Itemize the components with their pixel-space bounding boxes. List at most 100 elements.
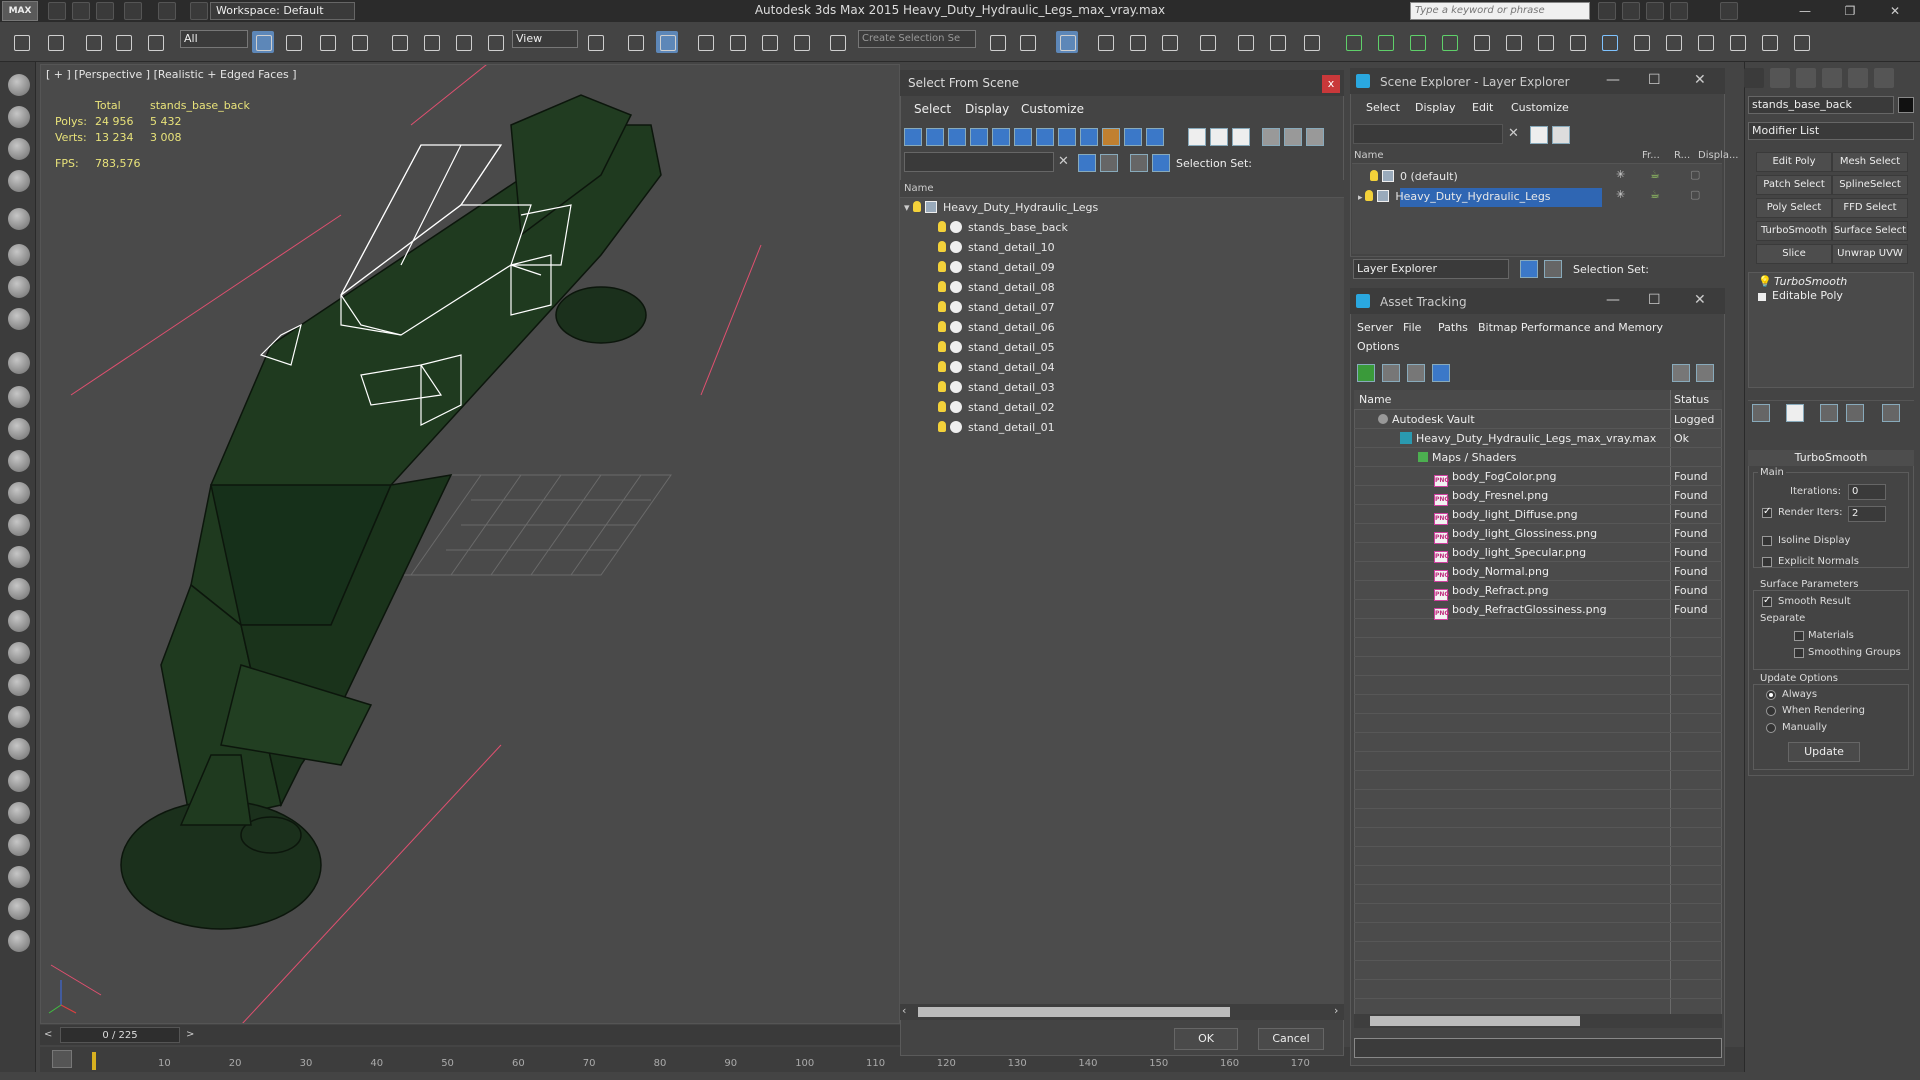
create-selection-set-dropdown[interactable]: Create Selection Se <box>858 30 976 48</box>
ok-button[interactable]: OK <box>1174 1028 1238 1050</box>
at-menu-file[interactable]: File <box>1403 321 1421 334</box>
modifier-button[interactable]: SplineSelect <box>1832 175 1908 195</box>
select-all-icon[interactable] <box>1188 128 1206 146</box>
render-teapot-icon[interactable]: ☕ <box>1650 188 1660 201</box>
modifier-button[interactable]: Edit Poly <box>1756 152 1832 172</box>
undo-tool-icon[interactable] <box>10 31 32 53</box>
help-icon[interactable] <box>1720 2 1738 20</box>
help-search-input[interactable]: Type a keyword or phrase <box>1410 2 1590 20</box>
at-maximize-icon[interactable]: ☐ <box>1648 292 1661 308</box>
selection-set-icon[interactable] <box>1152 154 1170 172</box>
at-refresh-icon[interactable] <box>1357 364 1375 382</box>
explorer-type-dropdown[interactable]: Layer Explorer <box>1353 259 1509 279</box>
sfs-item-row[interactable]: stand_detail_09 <box>938 258 1055 278</box>
sfs-menu-customize[interactable]: Customize <box>1021 102 1084 116</box>
sfs-item-row[interactable]: stand_detail_04 <box>938 358 1055 378</box>
viewport-label[interactable]: [ + ] [Perspective ] [Realistic + Edged … <box>46 68 297 81</box>
rotate-icon[interactable] <box>420 31 442 53</box>
paint-icon[interactable] <box>8 610 30 632</box>
expand-arrow-icon[interactable]: ▸ <box>1358 193 1365 203</box>
spacewarps-icon[interactable] <box>8 308 30 330</box>
spinner-snap-icon[interactable] <box>790 31 812 53</box>
sfs-item-row[interactable]: stand_detail_07 <box>938 298 1055 318</box>
rectangular-selection-icon[interactable] <box>316 31 338 53</box>
time-marker[interactable] <box>92 1052 96 1070</box>
asset-row[interactable]: Autodesk Vault Logged <box>1354 410 1722 429</box>
clear-search-icon[interactable]: ✕ <box>1058 154 1069 169</box>
display-geometry-icon[interactable] <box>904 128 922 146</box>
at-col-status[interactable]: Status <box>1674 390 1709 410</box>
schematic-icon[interactable] <box>8 138 30 160</box>
sce-menu-edit[interactable]: Edit <box>1472 101 1493 114</box>
rendered-frame-window-icon[interactable] <box>1266 31 1288 53</box>
layers-icon[interactable] <box>1130 154 1148 172</box>
light-bulb-icon[interactable] <box>938 381 946 392</box>
columns-icon[interactable] <box>1306 128 1324 146</box>
modifier-button[interactable]: TurboSmooth <box>1756 221 1832 241</box>
display-shapes-icon[interactable] <box>926 128 944 146</box>
sce-clear-search-icon[interactable]: ✕ <box>1508 126 1519 141</box>
vray-sky-icon[interactable] <box>1406 31 1428 53</box>
at-menu-options[interactable]: Options <box>1357 340 1399 353</box>
at-tree-view-icon[interactable] <box>1407 364 1425 382</box>
tools-icon[interactable] <box>1622 2 1640 20</box>
sce-col-frozen[interactable]: Fr... <box>1642 150 1660 161</box>
asset-path-field[interactable] <box>1354 1038 1722 1058</box>
freeze-icon[interactable]: ✳ <box>1616 168 1625 181</box>
keyboard-shortcut-override-icon[interactable] <box>656 31 678 53</box>
vray-sphere-icon[interactable] <box>1566 31 1588 53</box>
scroll-left-icon[interactable]: ‹ <box>902 1004 906 1017</box>
display-hidden-icon[interactable] <box>1146 128 1164 146</box>
plane-icon[interactable] <box>8 352 30 374</box>
modifier-button[interactable]: Surface Select <box>1832 221 1908 241</box>
toggle-ribbon-icon[interactable] <box>1094 31 1116 53</box>
plant-icon[interactable] <box>8 706 30 728</box>
light-bulb-icon[interactable] <box>938 301 946 312</box>
sce-col-name[interactable]: Name <box>1354 150 1384 161</box>
vray-scene-converter-icon[interactable] <box>1694 31 1716 53</box>
close-icon[interactable]: ✕ <box>1880 3 1910 19</box>
angle-snap-icon[interactable] <box>726 31 748 53</box>
sfs-menu-display[interactable]: Display <box>965 102 1009 116</box>
modifier-button[interactable]: FFD Select <box>1832 198 1908 218</box>
restore-icon[interactable]: ❐ <box>1835 3 1865 19</box>
modifier-button[interactable]: Poly Select <box>1756 198 1832 218</box>
select-none-icon[interactable] <box>1210 128 1228 146</box>
percent-snap-icon[interactable] <box>758 31 780 53</box>
manually-radio[interactable] <box>1766 723 1776 733</box>
sce-options-icon[interactable] <box>1552 126 1570 144</box>
at-close-icon[interactable]: ✕ <box>1694 292 1706 308</box>
display-xrefs-icon[interactable] <box>1058 128 1076 146</box>
render-setup-icon[interactable] <box>1234 31 1256 53</box>
scale-icon[interactable] <box>452 31 474 53</box>
scroll-right-icon[interactable]: › <box>1334 1004 1338 1017</box>
snaps-toggle-icon[interactable] <box>694 31 716 53</box>
at-minimize-icon[interactable]: — <box>1606 292 1620 308</box>
atmosphere-icon[interactable] <box>8 674 30 696</box>
light-bulb-icon[interactable] <box>938 401 946 412</box>
smooth-result-checkbox[interactable] <box>1762 595 1772 607</box>
edit-named-selection-icon[interactable] <box>826 31 848 53</box>
sce-menu-display[interactable]: Display <box>1415 101 1456 114</box>
curve-editor-icon[interactable] <box>1126 31 1148 53</box>
sce-menu-select[interactable]: Select <box>1366 101 1400 114</box>
asset-row[interactable]: PNG body_FogColor.png Found <box>1354 467 1722 487</box>
sfs-item-row[interactable]: stand_detail_06 <box>938 318 1055 338</box>
display-box-icon[interactable]: ▢ <box>1690 168 1700 181</box>
iterations-spinner[interactable]: 0 <box>1848 484 1886 500</box>
hierarchy-tab-icon[interactable] <box>1796 68 1816 88</box>
grass-icon[interactable] <box>8 450 30 472</box>
align-icon[interactable] <box>1016 31 1038 53</box>
script-icon[interactable] <box>8 866 30 888</box>
place-icon[interactable] <box>484 31 506 53</box>
light-bulb-icon[interactable] <box>938 281 946 292</box>
render-iters-spinner[interactable]: 2 <box>1848 506 1886 522</box>
mini-curve-editor-icon[interactable] <box>52 1050 72 1068</box>
show-end-result-icon[interactable] <box>1786 404 1804 422</box>
modify-tab-icon[interactable] <box>1770 68 1790 88</box>
sce-search-input[interactable] <box>1353 124 1503 144</box>
configure-sets-icon[interactable] <box>1882 404 1900 422</box>
asset-row[interactable]: Maps / Shaders <box>1354 448 1722 467</box>
modifier-list-dropdown[interactable]: Modifier List <box>1748 122 1914 140</box>
schematic-view-icon[interactable] <box>1158 31 1180 53</box>
